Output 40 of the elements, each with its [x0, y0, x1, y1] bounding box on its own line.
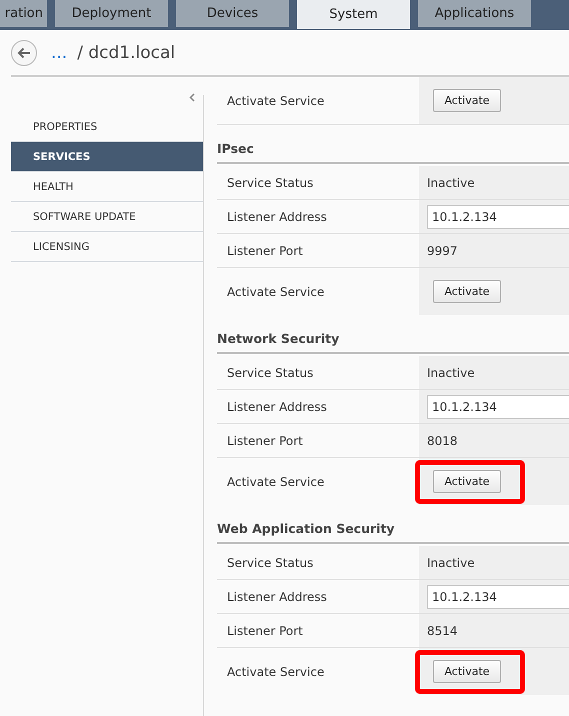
field-label: Service Status — [227, 556, 314, 570]
activate-button[interactable]: Activate — [433, 660, 501, 682]
activate-button[interactable]: Activate — [433, 470, 501, 492]
field-label: Listener Port — [227, 434, 303, 448]
field-label: Listener Address — [227, 210, 327, 224]
field-label: Activate Service — [227, 474, 324, 488]
field-value: 8018 — [427, 434, 458, 448]
section-title: IPsec — [217, 141, 254, 156]
field-value: Inactive — [427, 366, 475, 380]
collapse-icon[interactable] — [189, 93, 195, 102]
nav-tab[interactable]: System — [297, 0, 410, 29]
field-label: Listener Address — [227, 400, 327, 414]
nav-tab[interactable]: Deployment — [55, 0, 168, 27]
field-label: Listener Address — [227, 590, 327, 604]
section-title: Network Security — [217, 331, 340, 346]
nav-tab[interactable]: ration — [0, 0, 47, 27]
field-label: Activate Service — [227, 664, 324, 678]
field-value: Inactive — [427, 556, 475, 570]
activate-button[interactable]: Activate — [433, 88, 501, 112]
back-arrow-icon — [17, 46, 31, 58]
section-title: Web Application Security — [217, 521, 395, 536]
field-label: Activate Service — [227, 94, 324, 108]
field-label: Service Status — [227, 176, 314, 190]
field-value: 9997 — [427, 244, 458, 258]
field-label: Listener Port — [227, 244, 303, 258]
breadcrumb-link[interactable]: ... — [51, 42, 68, 62]
field-label: Activate Service — [227, 284, 324, 298]
nav-tab[interactable]: Devices — [176, 0, 289, 27]
field-label: Service Status — [227, 366, 314, 380]
page-title: / dcd1.local — [77, 42, 176, 62]
sidebar-item[interactable]: SERVICES — [11, 142, 203, 172]
field-label: Listener Port — [227, 624, 303, 638]
activate-button[interactable]: Activate — [433, 280, 501, 302]
field-value: Inactive — [427, 176, 475, 190]
field-value: 8514 — [427, 624, 458, 638]
nav-tab[interactable]: Applications — [418, 0, 531, 27]
back-button[interactable] — [11, 40, 37, 66]
address-input[interactable]: 10.1.2.134 — [427, 394, 569, 418]
address-input[interactable]: 10.1.2.134 — [427, 204, 569, 228]
address-input[interactable]: 10.1.2.134 — [427, 584, 569, 608]
